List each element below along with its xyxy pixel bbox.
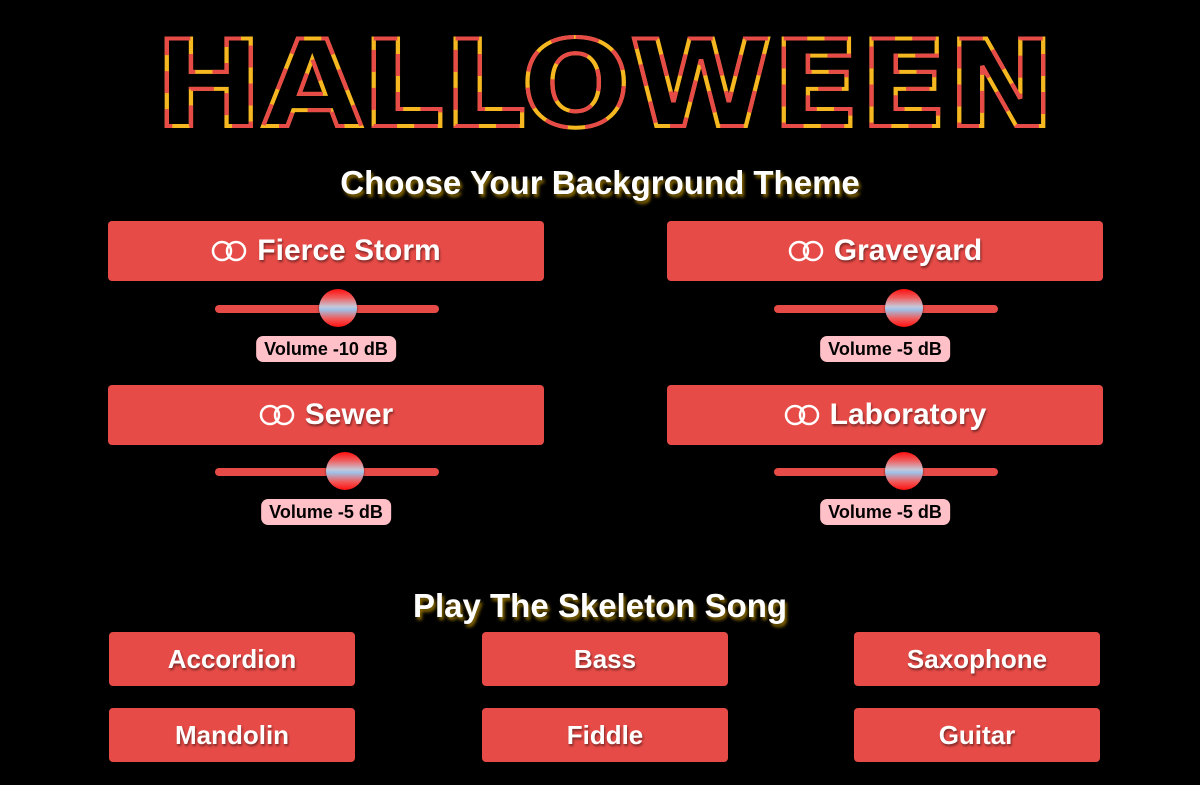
volume-slider-thumb[interactable] bbox=[326, 452, 364, 490]
halloween-logo-dash: HALLOWEEN bbox=[155, 22, 1055, 134]
skeleton-song-title: Play The Skeleton Song bbox=[412, 587, 788, 624]
toggle-icon bbox=[788, 240, 824, 262]
theme-button-fierce-storm[interactable]: Fierce Storm bbox=[108, 221, 544, 281]
volume-slider-laboratory[interactable] bbox=[774, 452, 998, 490]
volume-badge-laboratory: Volume -5 dB bbox=[820, 499, 950, 525]
theme-button-laboratory[interactable]: Laboratory bbox=[667, 385, 1103, 445]
instrument-button-saxophone[interactable]: Saxophone bbox=[854, 632, 1100, 686]
theme-label: Graveyard bbox=[833, 234, 983, 267]
volume-badge-fierce-storm: Volume -10 dB bbox=[256, 336, 396, 362]
volume-slider-fierce-storm[interactable] bbox=[215, 289, 439, 327]
toggle-icon bbox=[784, 404, 820, 426]
theme-label: Sewer bbox=[304, 398, 394, 431]
halloween-logo: HALLOWEEN HALLOWEEN bbox=[150, 22, 1060, 134]
volume-slider-thumb[interactable] bbox=[885, 289, 923, 327]
volume-badge-graveyard: Volume -5 dB bbox=[820, 336, 950, 362]
halloween-logo-graphic: HALLOWEEN HALLOWEEN bbox=[153, 22, 1057, 134]
volume-slider-thumb[interactable] bbox=[319, 289, 357, 327]
volume-slider-sewer[interactable] bbox=[215, 452, 439, 490]
instrument-button-accordion[interactable]: Accordion bbox=[109, 632, 355, 686]
toggle-icon bbox=[259, 404, 295, 426]
instrument-button-bass[interactable]: Bass bbox=[482, 632, 728, 686]
theme-button-graveyard[interactable]: Graveyard bbox=[667, 221, 1103, 281]
theme-label: Fierce Storm bbox=[257, 234, 441, 267]
instrument-button-fiddle[interactable]: Fiddle bbox=[482, 708, 728, 762]
volume-slider-graveyard[interactable] bbox=[774, 289, 998, 327]
volume-badge-sewer: Volume -5 dB bbox=[261, 499, 391, 525]
instrument-button-mandolin[interactable]: Mandolin bbox=[109, 708, 355, 762]
instrument-button-guitar[interactable]: Guitar bbox=[854, 708, 1100, 762]
theme-label: Laboratory bbox=[829, 398, 987, 431]
background-theme-title: Choose Your Background Theme bbox=[340, 164, 860, 201]
volume-slider-thumb[interactable] bbox=[885, 452, 923, 490]
theme-button-sewer[interactable]: Sewer bbox=[108, 385, 544, 445]
toggle-icon bbox=[211, 240, 247, 262]
